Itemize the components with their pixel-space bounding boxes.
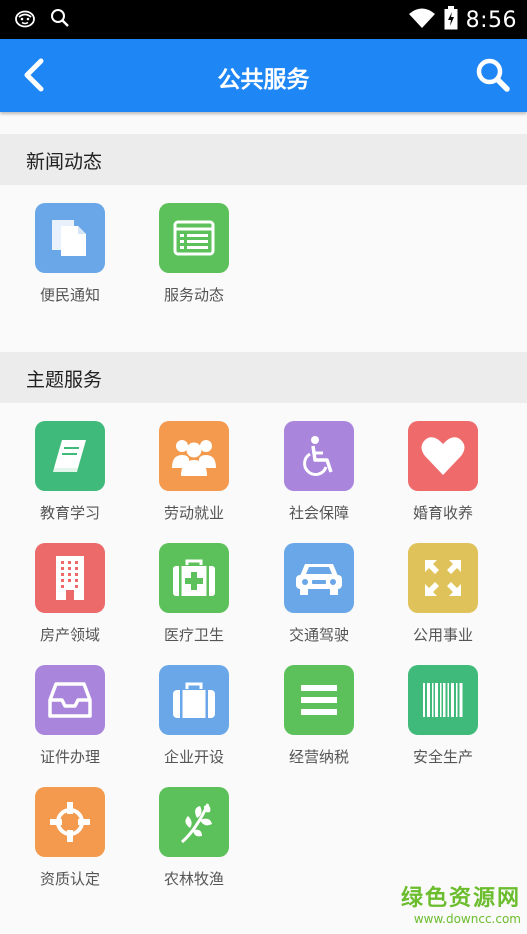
leaf-icon [181, 803, 212, 844]
tile-transport[interactable]: 交通驾驶 [257, 543, 381, 653]
tile-label: 医疗卫生 [163, 626, 224, 644]
tile-bianmin-notice[interactable]: 便民通知 [8, 203, 132, 313]
medical-kit-icon [173, 559, 215, 596]
tile-employment[interactable]: 劳动就业 [132, 421, 256, 531]
icon-box [35, 543, 105, 613]
search-button[interactable] [473, 55, 513, 95]
icon-box [159, 543, 229, 613]
tile-business-tax[interactable]: 经营纳税 [257, 665, 381, 775]
tile-label: 婚育收养 [412, 504, 473, 522]
battery-icon [444, 6, 458, 34]
icon-box [284, 543, 354, 613]
menu-lines-icon [301, 685, 337, 715]
inbox-tray-icon [48, 682, 92, 718]
tile-label: 房产领域 [39, 626, 100, 644]
section-header-news: 新闻动态 [0, 134, 527, 185]
icon-box [35, 665, 105, 735]
book-icon [53, 440, 86, 472]
icon-box [35, 787, 105, 857]
notification-app-icon [14, 8, 36, 32]
tile-medical[interactable]: 医疗卫生 [132, 543, 256, 653]
tile-label: 证件办理 [39, 748, 100, 766]
tile-label: 社会保障 [288, 504, 349, 522]
tile-label: 交通驾驶 [288, 626, 349, 644]
icon-box [284, 665, 354, 735]
icon-box [159, 787, 229, 857]
tile-social-security[interactable]: 社会保障 [257, 421, 381, 531]
icon-box [408, 543, 478, 613]
briefcase-icon [173, 682, 215, 718]
icon-box [35, 203, 105, 273]
tile-label: 经营纳税 [288, 748, 349, 766]
tile-housing[interactable]: 房产领域 [8, 543, 132, 653]
wifi-icon [408, 7, 436, 33]
tile-label: 农林牧渔 [163, 870, 224, 888]
watermark-title: 绿色资源网 [400, 886, 521, 911]
tile-agriculture[interactable]: 农林牧渔 [132, 787, 256, 897]
tile-work-safety[interactable]: 安全生产 [381, 665, 505, 775]
tile-service-news[interactable]: 服务动态 [132, 203, 256, 313]
watermark-url: www.downcc.com [413, 912, 521, 926]
tile-enterprise-setup[interactable]: 企业开设 [132, 665, 256, 775]
status-right-icons: 8:56 [408, 6, 517, 34]
status-left-icons [14, 8, 70, 32]
tile-label: 安全生产 [412, 748, 473, 766]
tile-qualification[interactable]: 资质认定 [8, 787, 132, 897]
barcode-icon [423, 683, 463, 717]
icon-box [408, 421, 478, 491]
icon-box [408, 665, 478, 735]
clock: 8:56 [465, 7, 517, 33]
list-card-icon [173, 220, 215, 256]
tile-label: 公用事业 [412, 626, 473, 644]
document-icon [52, 220, 86, 256]
tile-label: 资质认定 [39, 870, 100, 888]
tile-label: 企业开设 [163, 748, 224, 766]
car-icon [296, 564, 342, 595]
building-icon [56, 556, 84, 600]
tile-label: 服务动态 [163, 286, 224, 304]
section-title: 新闻动态 [26, 151, 103, 173]
title-bar: 公共服务 [0, 39, 527, 112]
tile-label: 便民通知 [39, 286, 100, 304]
people-icon [172, 440, 216, 476]
icon-box [159, 203, 229, 273]
tile-certificates[interactable]: 证件办理 [8, 665, 132, 775]
icon-box [284, 421, 354, 491]
watermark: 绿色资源网 www.downcc.com [401, 880, 521, 926]
status-bar: 8:56 [0, 0, 527, 39]
section-title: 主题服务 [26, 369, 103, 391]
tile-marriage-adoption[interactable]: 婚育收养 [381, 421, 505, 531]
icon-box [159, 665, 229, 735]
wheelchair-icon [303, 436, 333, 476]
tile-education[interactable]: 教育学习 [8, 421, 132, 531]
heart-icon [421, 437, 465, 475]
tile-public-utilities[interactable]: 公用事业 [381, 543, 505, 653]
section-header-topics: 主题服务 [0, 352, 527, 403]
expand-arrows-icon [425, 560, 461, 596]
crosshair-icon [50, 802, 90, 842]
search-icon [476, 58, 510, 92]
search-icon [50, 8, 70, 32]
tile-label: 教育学习 [39, 504, 100, 522]
page-title: 公共服务 [217, 67, 310, 93]
tile-label: 劳动就业 [163, 504, 224, 522]
icon-box [159, 421, 229, 491]
icon-box [35, 421, 105, 491]
